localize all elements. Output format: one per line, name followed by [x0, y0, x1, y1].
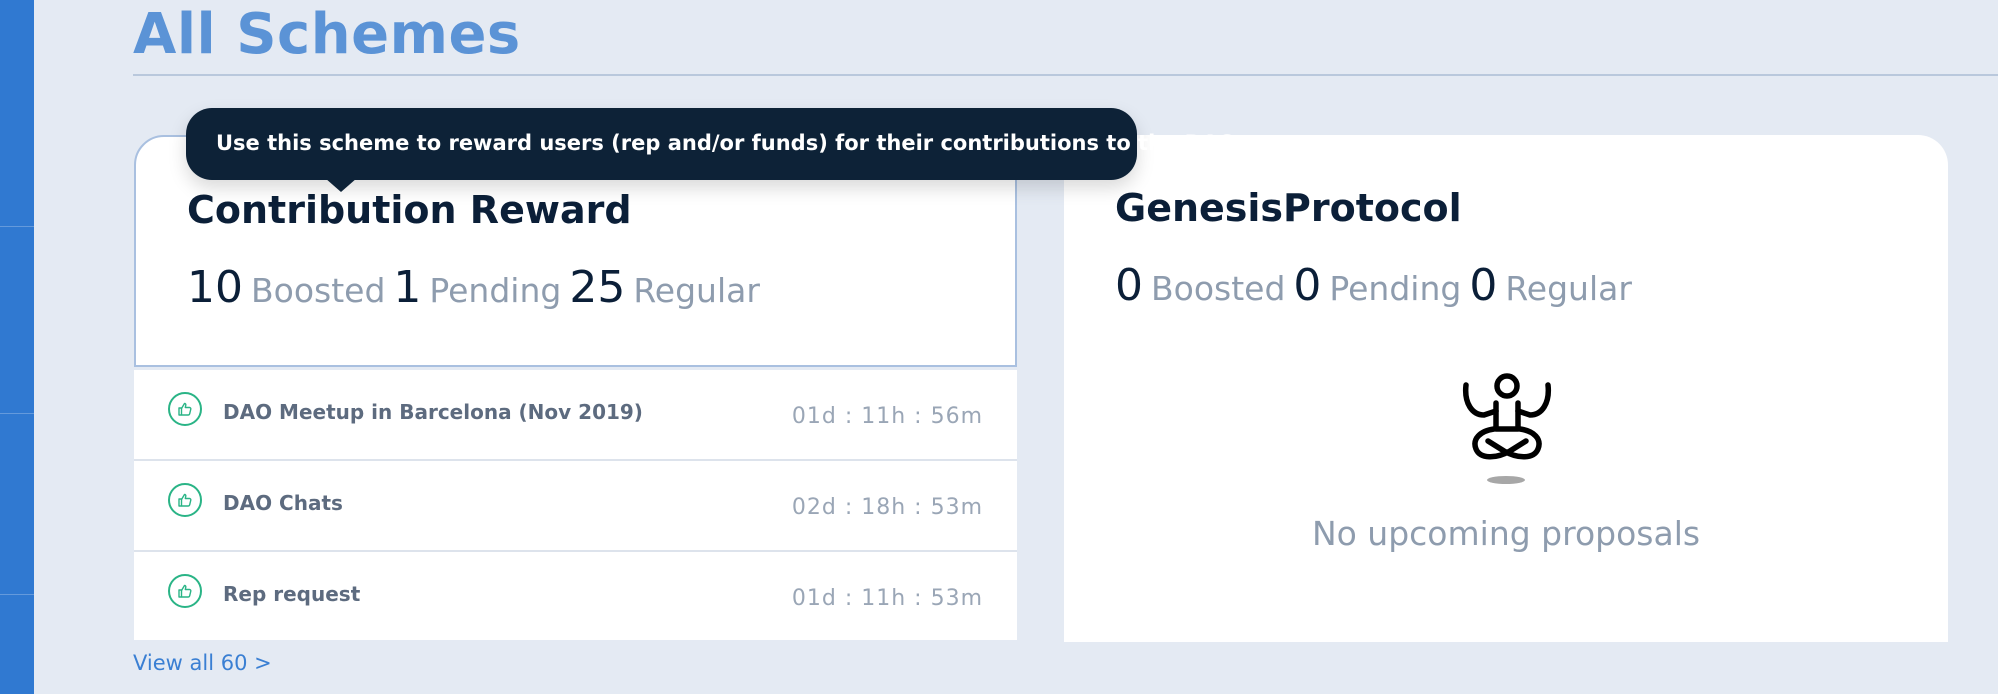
view-all-link[interactable]: View all 60 >	[133, 651, 272, 675]
boosted-label: Boosted	[1151, 269, 1286, 308]
scheme-title[interactable]: Contribution Reward	[187, 188, 632, 232]
sidebar	[0, 0, 34, 694]
sidebar-divider	[0, 594, 34, 595]
scheme-title[interactable]: GenesisProtocol	[1115, 186, 1462, 230]
proposal-countdown: 01d : 11h : 56m	[791, 404, 983, 429]
thumbs-up-icon	[168, 392, 202, 426]
empty-state-message: No upcoming proposals	[1311, 514, 1701, 553]
scheme-counts: 0 Boosted 0 Pending 0 Regular	[1115, 260, 1640, 311]
proposal-list: DAO Meetup in Barcelona (Nov 2019) 01d :…	[134, 370, 1017, 640]
regular-label: Regular	[1505, 269, 1632, 308]
proposal-title[interactable]: DAO Chats	[223, 491, 343, 515]
scheme-counts: 10 Boosted 1 Pending 25 Regular	[187, 262, 768, 313]
boosted-label: Boosted	[251, 271, 386, 310]
tooltip-text: Use this scheme to reward users (rep and…	[216, 131, 1237, 155]
thumbs-up-icon	[168, 574, 202, 608]
scheme-card-genesis-protocol[interactable]: GenesisProtocol 0 Boosted 0 Pending 0 Regular…	[1064, 135, 1948, 642]
page-title: All Schemes	[133, 2, 521, 67]
boosted-count: 0	[1115, 260, 1143, 311]
sidebar-divider	[0, 226, 34, 227]
regular-count: 0	[1469, 260, 1498, 311]
scheme-tooltip: Use this scheme to reward users (rep and…	[186, 108, 1236, 192]
meditating-person-icon	[1462, 373, 1552, 460]
pending-count: 0	[1293, 260, 1322, 311]
regular-count: 25	[569, 262, 626, 313]
pending-count: 1	[393, 262, 422, 313]
page: All Schemes Contribution Reward 10 Booste…	[0, 0, 1998, 694]
pending-label: Pending	[1329, 269, 1462, 308]
proposal-row[interactable]: Rep request 01d : 11h : 53m	[134, 552, 1017, 640]
boosted-count: 10	[187, 262, 243, 313]
proposal-row[interactable]: DAO Meetup in Barcelona (Nov 2019) 01d :…	[134, 370, 1017, 461]
proposal-countdown: 01d : 11h : 53m	[791, 586, 983, 611]
proposal-countdown: 02d : 18h : 53m	[791, 495, 983, 520]
icon-shadow	[1487, 476, 1525, 484]
thumbs-up-icon	[168, 483, 202, 517]
proposal-title[interactable]: DAO Meetup in Barcelona (Nov 2019)	[223, 400, 643, 424]
title-divider	[133, 74, 1998, 76]
pending-label: Pending	[429, 271, 562, 310]
proposal-row[interactable]: DAO Chats 02d : 18h : 53m	[134, 461, 1017, 552]
sidebar-divider	[0, 413, 34, 414]
proposal-title[interactable]: Rep request	[223, 582, 360, 606]
regular-label: Regular	[633, 271, 760, 310]
tooltip-arrow	[325, 178, 357, 192]
